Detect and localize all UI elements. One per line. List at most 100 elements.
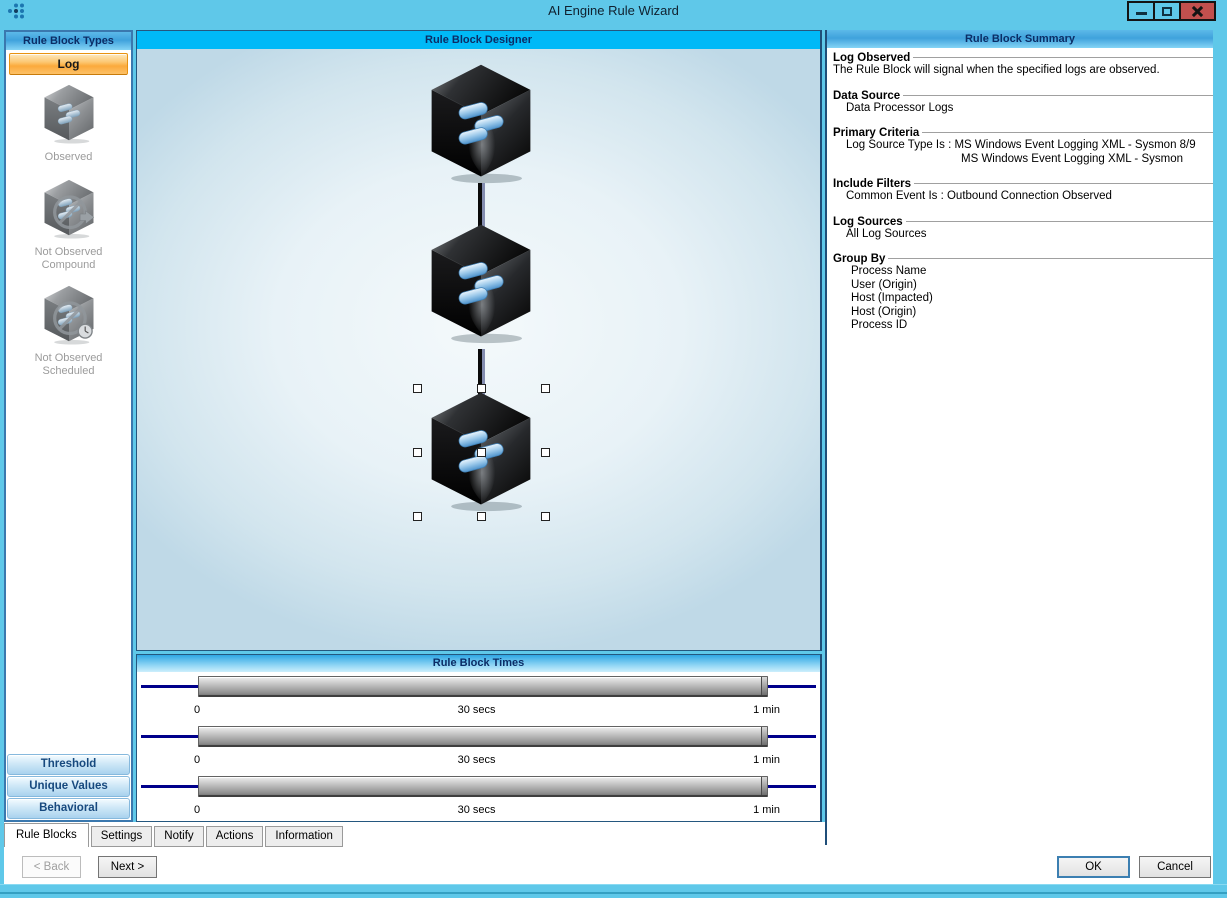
section-title: Primary Criteria	[833, 127, 919, 139]
section-line: Host (Origin)	[833, 306, 1205, 320]
cube-not-observed-compound-icon	[41, 178, 97, 239]
rule-type-not-observed-compound-label1: Not Observed	[6, 246, 131, 259]
wizard-tabs: Rule Blocks Settings Notify Actions Info…	[4, 823, 345, 847]
category-log-button[interactable]: Log	[9, 53, 128, 75]
slider-min-label: 0	[194, 704, 200, 716]
section-line: Host (Impacted)	[833, 292, 1205, 306]
section-line: Common Event Is : Outbound Connection Ob…	[833, 190, 1205, 204]
tab-settings[interactable]: Settings	[91, 826, 153, 847]
slider-min-label: 0	[194, 804, 200, 816]
rule-block-summary-header: Rule Block Summary	[827, 30, 1213, 48]
cube-not-observed-scheduled-icon	[41, 284, 97, 345]
back-button[interactable]: < Back	[22, 856, 81, 878]
summary-section-group-by: Group By Process Name User (Origin) Host…	[833, 253, 1205, 333]
selection-handle-se[interactable]	[541, 512, 550, 521]
section-divider	[914, 183, 1213, 185]
rule-type-not-observed-compound[interactable]: Not Observed Compound	[6, 178, 131, 272]
tab-actions[interactable]: Actions	[206, 826, 264, 847]
rule-block-designer-header: Rule Block Designer	[137, 31, 820, 49]
section-line: User (Origin)	[833, 279, 1205, 293]
tab-notify[interactable]: Notify	[154, 826, 203, 847]
slider-bar[interactable]	[198, 676, 768, 697]
rule-block-summary-panel: Rule Block Summary Log Observed The Rule…	[825, 30, 1213, 845]
section-divider	[922, 132, 1213, 134]
slider-bar[interactable]	[198, 776, 768, 797]
summary-section-include-filters: Include Filters Common Event Is : Outbou…	[833, 178, 1205, 204]
selection-handle-center[interactable]	[477, 448, 486, 457]
rule-type-not-observed-scheduled[interactable]: Not Observed Scheduled	[6, 284, 131, 378]
section-title: Include Filters	[833, 178, 911, 190]
maximize-icon	[1162, 7, 1172, 16]
selection-handle-sw[interactable]	[413, 512, 422, 521]
ok-button[interactable]: OK	[1057, 856, 1130, 878]
rule-type-not-observed-scheduled-label1: Not Observed	[6, 352, 131, 365]
designer-canvas[interactable]	[137, 49, 820, 650]
section-line: MS Windows Event Logging XML - Sysmon	[833, 153, 1205, 167]
section-divider	[888, 258, 1213, 260]
category-buttons: Threshold Unique Values Behavioral	[7, 754, 130, 819]
rule-block-cube-1[interactable]	[425, 61, 537, 184]
summary-section-data-source: Data Source Data Processor Logs	[833, 90, 1205, 116]
titlebar: AI Engine Rule Wizard	[0, 0, 1227, 22]
section-title: Group By	[833, 253, 885, 265]
window-controls	[1129, 1, 1216, 21]
category-behavioral-button[interactable]: Behavioral	[7, 798, 130, 819]
tab-information[interactable]: Information	[265, 826, 343, 847]
selection-handle-nw[interactable]	[413, 384, 422, 393]
section-line: The Rule Block will signal when the spec…	[833, 64, 1205, 78]
rule-type-observed[interactable]: Observed	[6, 83, 131, 164]
rule-block-cube-2[interactable]	[425, 221, 537, 344]
maximize-button[interactable]	[1153, 1, 1181, 21]
window-title: AI Engine Rule Wizard	[0, 0, 1227, 22]
cube-observed-icon	[41, 83, 97, 144]
time-slider-1: 0 30 secs 1 min	[137, 672, 820, 722]
rule-block-designer-panel: Rule Block Designer	[136, 30, 822, 651]
slider-max-label: 1 min	[753, 804, 780, 816]
rule-block-types-panel: Rule Block Types Log Observed Not Observ…	[4, 30, 133, 822]
cancel-button[interactable]: Cancel	[1139, 856, 1211, 878]
selection-handle-w[interactable]	[413, 448, 422, 457]
section-line: Log Source Type Is : MS Windows Event Lo…	[833, 139, 1205, 153]
selection-handle-n[interactable]	[477, 384, 486, 393]
window-bottom-border	[0, 884, 1227, 898]
slider-min-label: 0	[194, 754, 200, 766]
time-slider-3: 0 30 secs 1 min	[137, 772, 820, 822]
slider-mid-label: 30 secs	[458, 754, 496, 766]
rule-type-observed-label: Observed	[6, 151, 131, 164]
ai-engine-rule-wizard-window: AI Engine Rule Wizard Rule Block Types L…	[0, 0, 1227, 898]
section-line: Process Name	[833, 265, 1205, 279]
category-threshold-button[interactable]: Threshold	[7, 754, 130, 775]
minimize-button[interactable]	[1127, 1, 1155, 21]
section-line: Process ID	[833, 319, 1205, 333]
close-icon	[1191, 5, 1204, 18]
slider-mid-label: 30 secs	[458, 704, 496, 716]
summary-section-log-observed: Log Observed The Rule Block will signal …	[833, 52, 1205, 78]
time-slider-2: 0 30 secs 1 min	[137, 722, 820, 772]
close-button[interactable]	[1179, 1, 1216, 21]
summary-section-log-sources: Log Sources All Log Sources	[833, 216, 1205, 242]
slider-max-label: 1 min	[753, 754, 780, 766]
next-button[interactable]: Next >	[98, 856, 157, 878]
selection-handle-ne[interactable]	[541, 384, 550, 393]
category-unique-values-button[interactable]: Unique Values	[7, 776, 130, 797]
section-line: All Log Sources	[833, 228, 1205, 242]
selection-handle-e[interactable]	[541, 448, 550, 457]
section-divider	[903, 95, 1213, 97]
selection-handle-s[interactable]	[477, 512, 486, 521]
slider-bar[interactable]	[198, 726, 768, 747]
section-divider	[913, 57, 1213, 59]
minimize-icon	[1136, 12, 1147, 15]
rule-type-not-observed-compound-label2: Compound	[6, 259, 131, 272]
section-divider	[906, 221, 1213, 223]
tab-rule-blocks[interactable]: Rule Blocks	[4, 823, 89, 847]
section-title: Data Source	[833, 90, 900, 102]
slider-mid-label: 30 secs	[458, 804, 496, 816]
rule-block-types-header: Rule Block Types	[6, 32, 131, 50]
rule-type-not-observed-scheduled-label2: Scheduled	[6, 365, 131, 378]
rule-block-times-header: Rule Block Times	[137, 655, 820, 672]
rule-block-times-panel: Rule Block Times 0 30 secs 1 min 0 30 se…	[136, 654, 822, 822]
summary-section-primary-criteria: Primary Criteria Log Source Type Is : MS…	[833, 127, 1205, 166]
section-title: Log Sources	[833, 216, 903, 228]
slider-max-label: 1 min	[753, 704, 780, 716]
section-title: Log Observed	[833, 52, 910, 64]
